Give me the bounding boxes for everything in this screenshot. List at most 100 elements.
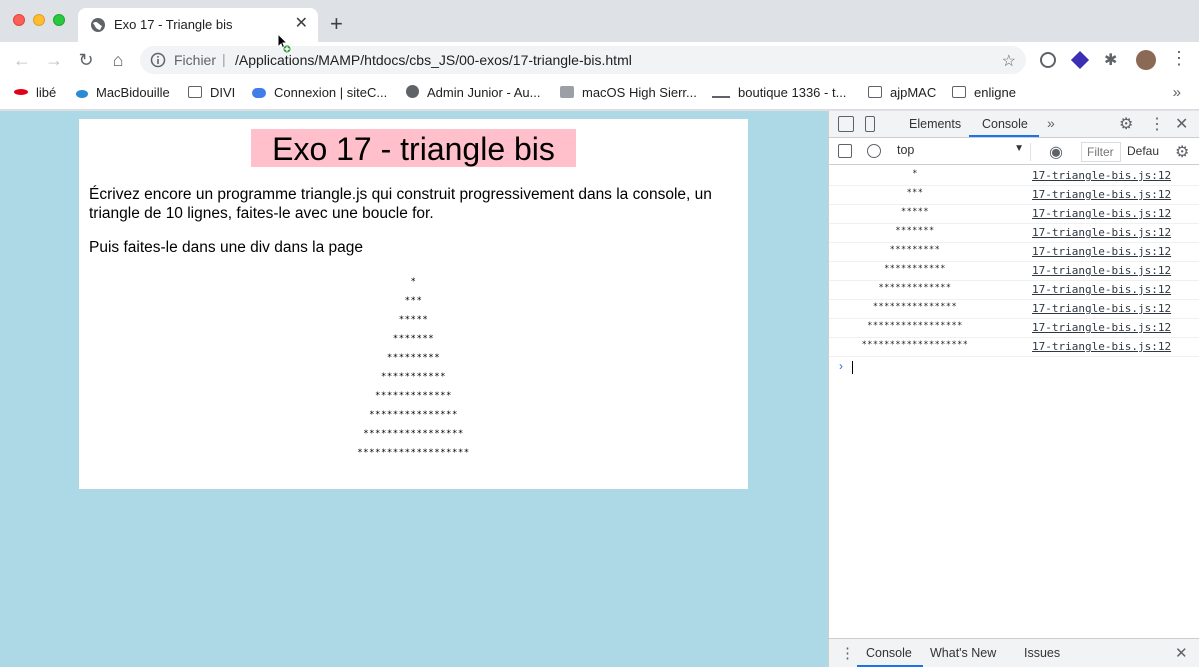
log-levels-dropdown[interactable]: Defau xyxy=(1127,144,1159,158)
bookmark-folder-ajpmac[interactable]: ajpMAC xyxy=(868,85,936,100)
settings-gear-icon[interactable]: ⚙ xyxy=(1119,114,1135,133)
console-log-row: ******* 17-triangle-bis.js:12 xyxy=(829,224,1199,243)
triangle-row: ***** xyxy=(398,315,429,325)
console-log-row: ************* 17-triangle-bis.js:12 xyxy=(829,281,1199,300)
close-window-button[interactable] xyxy=(13,14,25,26)
console-log-row: ********* 17-triangle-bis.js:12 xyxy=(829,243,1199,262)
page-viewport: Exo 17 - triangle bis Écrivez encore un … xyxy=(0,111,828,667)
log-message: *********** xyxy=(884,264,946,274)
log-source-link[interactable]: 17-triangle-bis.js:12 xyxy=(1032,169,1171,182)
log-message: *** xyxy=(906,188,924,198)
tab-console[interactable]: Console xyxy=(982,117,1028,131)
bookmarks-bar: libé MacBidouille DIVI Connexion | siteC… xyxy=(0,78,1199,110)
console-output: * 17-triangle-bis.js:12 *** 17-triangle-bi… xyxy=(829,167,1199,377)
console-prompt[interactable]: › xyxy=(829,357,1199,377)
tab-title: Exo 17 - Triangle bis xyxy=(114,17,233,32)
log-message: ******************* xyxy=(861,340,969,350)
bookmark-label: enligne xyxy=(974,85,1016,100)
profile-avatar[interactable] xyxy=(1136,50,1156,70)
connexion-icon xyxy=(252,88,266,98)
url-text[interactable]: /Applications/MAMP/htdocs/cbs_JS/00-exos… xyxy=(235,52,632,68)
bookmark-label: libé xyxy=(36,85,57,100)
prompt-chevron-icon: › xyxy=(839,359,843,373)
bookmarks-more-icon[interactable]: » xyxy=(1173,84,1181,101)
new-tab-button[interactable]: + xyxy=(330,12,343,36)
clear-console-icon[interactable] xyxy=(867,144,881,158)
drawer-tab-whats-new[interactable]: What's New xyxy=(930,646,996,660)
home-button[interactable]: ⌂ xyxy=(108,50,128,70)
bookmark-libe[interactable]: libé xyxy=(14,85,56,100)
extensions-puzzle-icon[interactable]: ✱ xyxy=(1104,50,1120,69)
devtools-close-icon[interactable]: ✕ xyxy=(1175,114,1191,133)
zoom-window-button[interactable] xyxy=(53,14,65,26)
info-icon[interactable] xyxy=(150,52,166,68)
tab-elements[interactable]: Elements xyxy=(909,117,961,131)
bookmark-connexion[interactable]: Connexion | siteC... xyxy=(252,85,387,100)
text-caret xyxy=(852,361,853,374)
bookmark-label: macOS High Sierr... xyxy=(582,85,697,100)
devtools-menu-icon[interactable]: ⋮ xyxy=(1149,114,1165,133)
active-tab-indicator xyxy=(969,135,1039,137)
extension-purple-icon[interactable] xyxy=(1070,50,1090,70)
live-expression-eye-icon[interactable]: ◉ xyxy=(1049,142,1065,161)
minimize-window-button[interactable] xyxy=(33,14,45,26)
bookmark-admin-junior[interactable]: Admin Junior - Au... xyxy=(406,85,540,100)
console-log-row: ***** 17-triangle-bis.js:12 xyxy=(829,205,1199,224)
bookmark-boutique[interactable]: boutique 1336 - t... xyxy=(712,85,846,100)
bookmark-folder-enligne[interactable]: enligne xyxy=(952,85,1016,100)
drawer-menu-icon[interactable]: ⋮ xyxy=(840,644,855,662)
console-filter-input[interactable] xyxy=(1081,142,1121,162)
log-source-link[interactable]: 17-triangle-bis.js:12 xyxy=(1032,188,1171,201)
log-source-link[interactable]: 17-triangle-bis.js:12 xyxy=(1032,226,1171,239)
page-title: Exo 17 - triangle bis xyxy=(251,129,576,167)
log-message: ******* xyxy=(895,226,935,236)
inspect-element-icon[interactable] xyxy=(838,116,854,132)
drawer-close-icon[interactable]: ✕ xyxy=(1175,644,1188,662)
log-source-link[interactable]: 17-triangle-bis.js:12 xyxy=(1032,264,1171,277)
devtools-tabbar: Elements Console » ⚙ ⋮ ✕ xyxy=(829,111,1199,138)
bookmark-label: MacBidouille xyxy=(96,85,170,100)
folder-icon xyxy=(952,86,966,98)
log-message: ********* xyxy=(889,245,941,255)
bookmark-macos[interactable]: macOS High Sierr... xyxy=(560,85,697,100)
triangle-row: *********** xyxy=(380,372,447,382)
console-sidebar-icon[interactable] xyxy=(838,144,852,158)
device-toolbar-icon[interactable] xyxy=(865,116,875,132)
log-source-link[interactable]: 17-triangle-bis.js:12 xyxy=(1032,207,1171,220)
console-log-row: *********** 17-triangle-bis.js:12 xyxy=(829,262,1199,281)
bookmark-folder-divi[interactable]: DIVI xyxy=(188,85,235,100)
drawer-tab-console[interactable]: Console xyxy=(866,646,912,660)
log-source-link[interactable]: 17-triangle-bis.js:12 xyxy=(1032,340,1171,353)
address-bar[interactable]: Fichier | /Applications/MAMP/htdocs/cbs_… xyxy=(140,46,1026,74)
triangle-div: * *** ***** ******* ********* **********… xyxy=(79,273,748,463)
devtools-drawer: ⋮ Console What's New Issues ✕ xyxy=(829,638,1199,667)
triangle-row: ********* xyxy=(386,353,441,363)
triangle-row: ******* xyxy=(392,334,435,344)
browser-window: Exo 17 - Triangle bis ✕ + ← → ↻ ⌂ Fichie… xyxy=(0,0,1199,667)
triangle-row: *** xyxy=(404,296,423,306)
back-button[interactable]: ← xyxy=(12,50,32,70)
console-log-row: *** 17-triangle-bis.js:12 xyxy=(829,186,1199,205)
log-source-link[interactable]: 17-triangle-bis.js:12 xyxy=(1032,283,1171,296)
browser-menu-icon[interactable]: ⋮ xyxy=(1170,48,1188,68)
console-settings-gear-icon[interactable]: ⚙ xyxy=(1175,142,1191,161)
console-log-row: ***************** 17-triangle-bis.js:12 xyxy=(829,319,1199,338)
forward-button[interactable]: → xyxy=(44,50,64,70)
triangle-row: * xyxy=(410,277,417,287)
chevron-down-icon: ▼ xyxy=(1014,143,1024,154)
drawer-tab-issues[interactable]: Issues xyxy=(1024,646,1060,660)
bookmark-macbidouille[interactable]: MacBidouille xyxy=(76,85,170,100)
log-source-link[interactable]: 17-triangle-bis.js:12 xyxy=(1032,245,1171,258)
tab-close-icon[interactable]: ✕ xyxy=(295,15,308,33)
bookmark-label: Admin Junior - Au... xyxy=(427,85,541,100)
console-log-row: *************** 17-triangle-bis.js:12 xyxy=(829,300,1199,319)
bookmark-star-icon[interactable]: ☆ xyxy=(1002,51,1016,71)
reload-button[interactable]: ↻ xyxy=(76,50,96,70)
context-selector[interactable]: top ▼ xyxy=(897,143,1031,161)
bookmark-label: ajpMAC xyxy=(890,85,937,100)
log-source-link[interactable]: 17-triangle-bis.js:12 xyxy=(1032,302,1171,315)
log-source-link[interactable]: 17-triangle-bis.js:12 xyxy=(1032,321,1171,334)
extension-1password-icon[interactable] xyxy=(1040,52,1056,68)
macos-icon xyxy=(560,86,574,98)
more-tabs-icon[interactable]: » xyxy=(1047,115,1063,131)
